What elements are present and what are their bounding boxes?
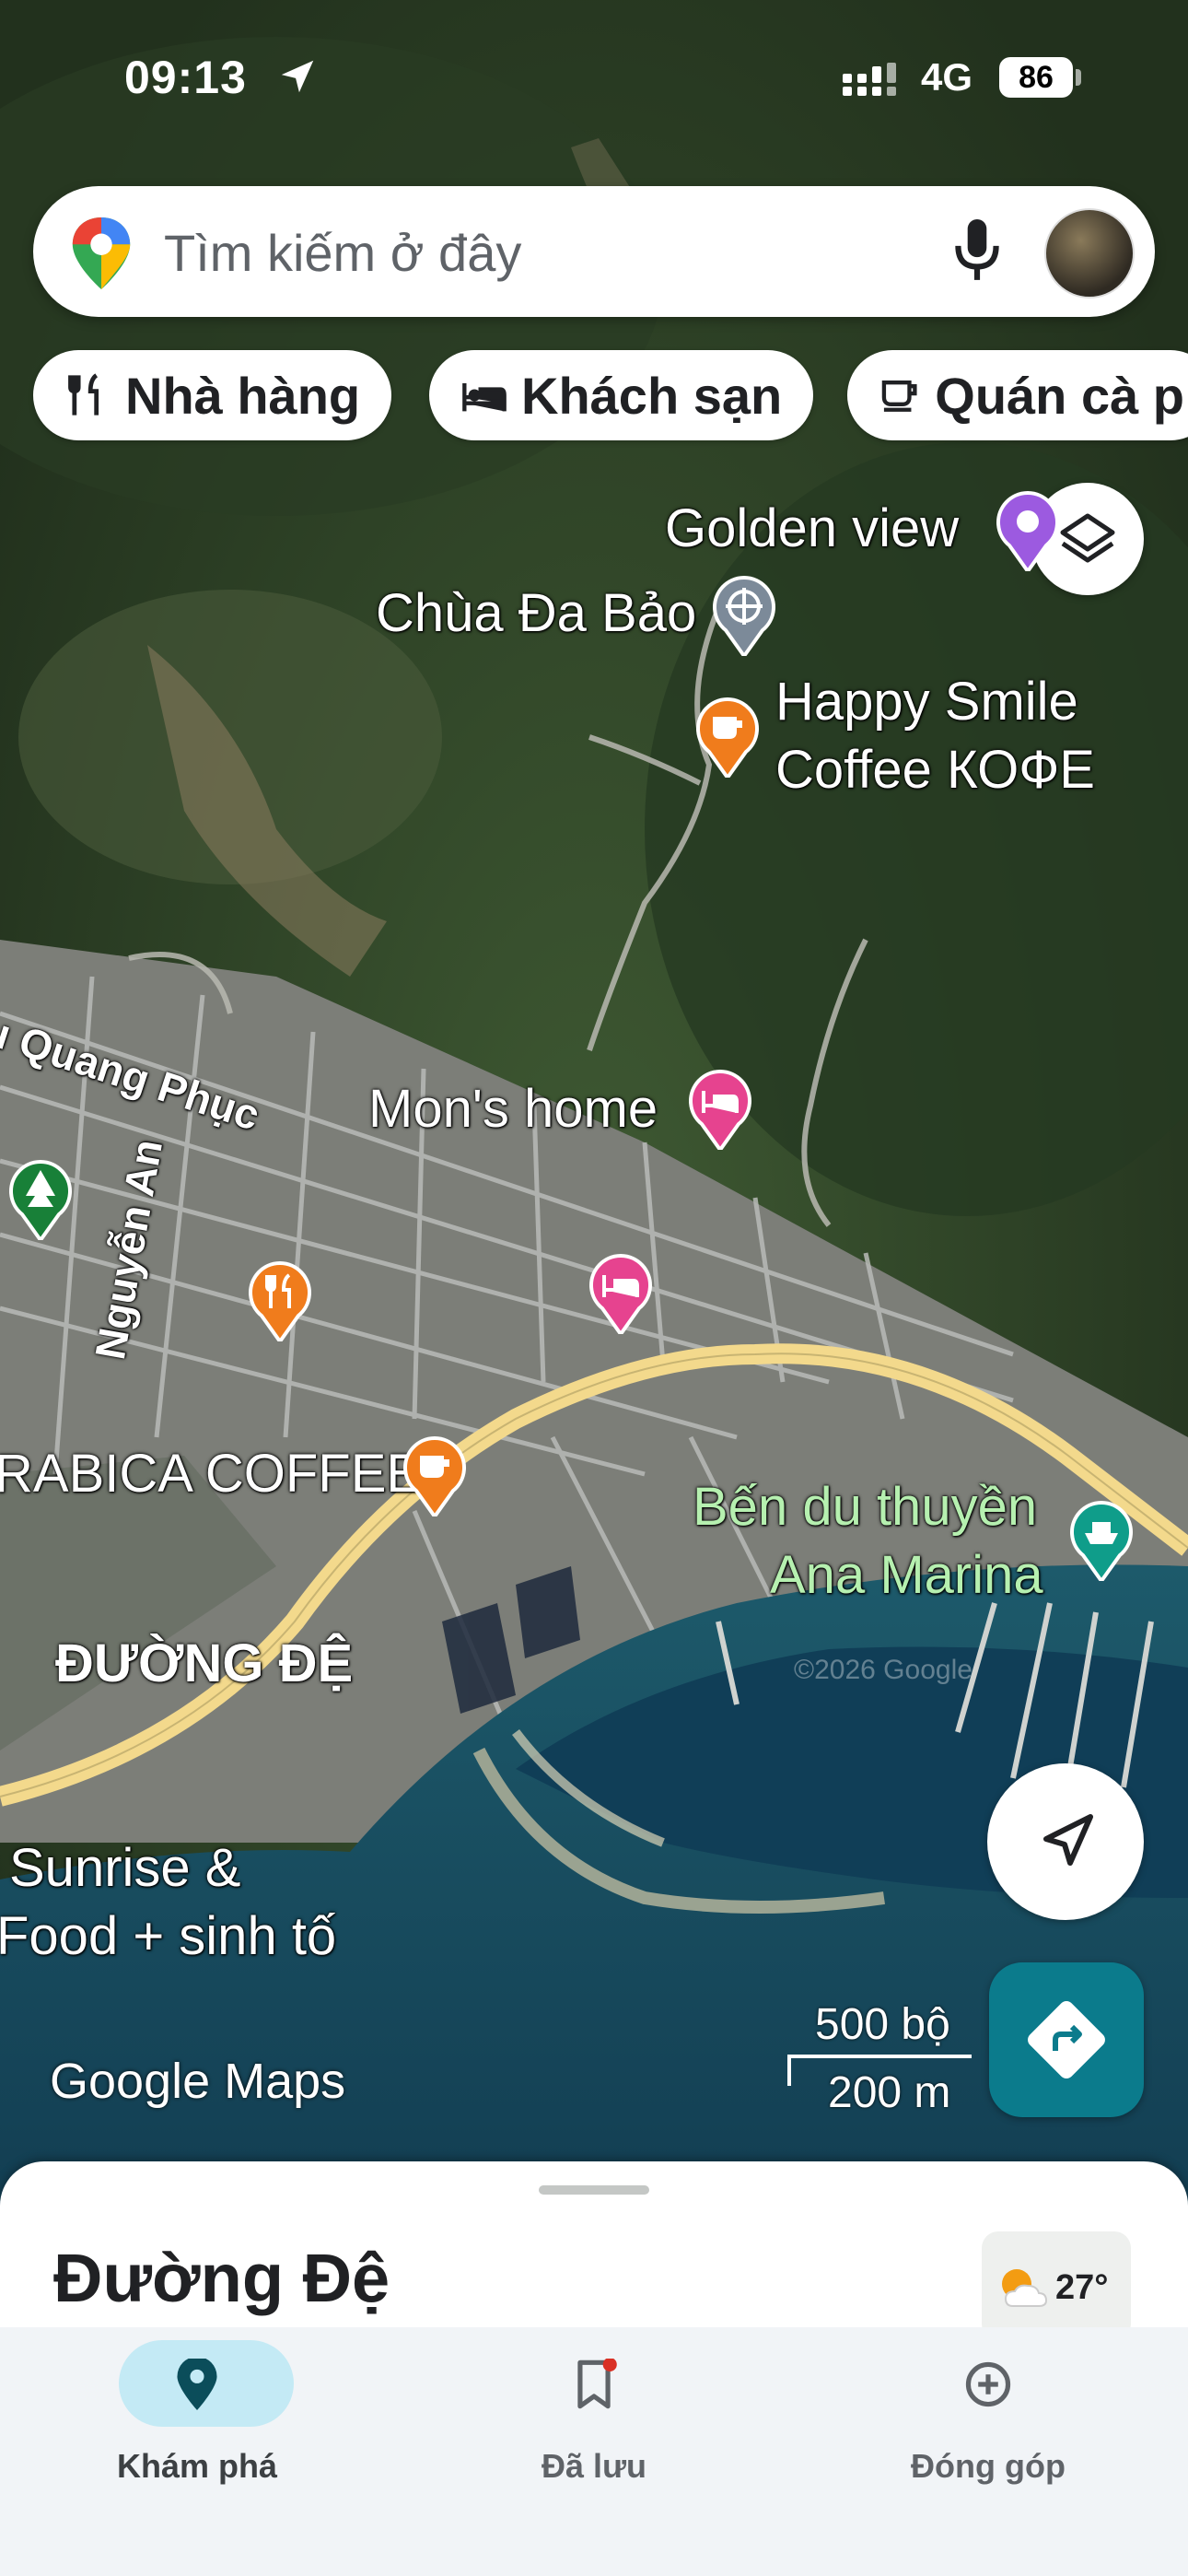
chip-restaurants[interactable]: Nhà hàng [33,350,392,440]
nav-tab-saved-label: Đã lưu [541,2447,647,2485]
place-title: Đường Đệ [53,2240,390,2316]
status-bar: 09:13 4G 86 [0,0,1188,157]
add-circle-icon [965,2361,1011,2407]
place-label-mons-home[interactable]: Mon's home [368,1078,658,1140]
park-marker-icon[interactable] [7,1159,74,1240]
place-label-sunrise-line1[interactable]: Sunrise & [9,1837,240,1899]
bottom-navigation: Khám phá Đã lưu Đóng góp [0,2327,1188,2576]
scale-imperial: 500 bộ [815,2000,950,2049]
temple-marker-icon[interactable] [711,575,777,656]
hotel-marker-icon[interactable] [687,1069,753,1150]
chip-coffee[interactable]: Quán cà p [847,350,1188,440]
nav-tab-contribute-label: Đóng góp [911,2447,1066,2485]
place-label-marina-line2[interactable]: Ana Marina [770,1544,1043,1606]
battery-level: 86 [999,57,1073,98]
fork-knife-icon [68,373,99,416]
status-time: 09:13 [124,52,247,103]
google-maps-pin-icon [72,217,131,289]
battery-icon [1076,69,1081,86]
place-label-sunrise-line2[interactable]: Food + sinh tố [0,1905,336,1967]
temperature: 27° [1055,2268,1109,2307]
place-label-chua-da-bao[interactable]: Chùa Đa Bảo [376,582,696,644]
place-label-arabica-coffee[interactable]: RABICA COFFEE [0,1443,422,1505]
network-type: 4G [921,55,973,99]
marina-marker-icon[interactable] [1068,1500,1135,1581]
coffee-cup-icon [881,381,917,412]
cafe-marker-icon[interactable] [402,1435,468,1516]
place-label-golden-view[interactable]: Golden view [665,498,959,559]
directions-button[interactable] [989,1962,1144,2117]
explore-pin-icon [177,2359,217,2410]
microphone-icon[interactable] [954,219,1000,284]
sheet-drag-handle[interactable] [539,2185,649,2195]
scale-metric: 200 m [828,2068,951,2117]
map-watermark: ©2026 Google [794,1655,973,1685]
bookmark-icon [577,2359,617,2409]
area-label-duong-de: ĐƯỜNG ĐỆ [55,1633,354,1693]
weather-chip[interactable]: 27° [982,2231,1131,2340]
search-bar[interactable]: Tìm kiếm ở đây [33,186,1155,317]
chip-hotels[interactable]: Khách sạn [429,350,814,440]
chip-hotels-label: Khách sạn [521,366,783,425]
search-input[interactable]: Tìm kiếm ở đây [164,223,521,283]
location-arrow-icon [281,60,314,93]
account-avatar[interactable] [1044,208,1135,299]
chip-restaurants-label: Nhà hàng [125,366,361,425]
nav-tab-explore-label: Khám phá [116,2447,278,2485]
hotel-marker-icon[interactable] [588,1253,654,1334]
photo-spot-marker-icon[interactable] [995,490,1061,571]
place-label-marina-line1[interactable]: Bến du thuyền [693,1476,1037,1538]
restaurant-marker-icon[interactable] [247,1260,313,1341]
signal-icon [843,63,896,96]
cafe-marker-icon[interactable] [694,697,761,778]
navigation-arrow-icon [1043,1814,1093,1866]
place-label-happy-smile-line2[interactable]: Coffee КОФЕ [775,739,1095,801]
bed-icon [462,383,507,412]
chip-coffee-label: Quán cà p [935,366,1184,425]
place-label-happy-smile-line1[interactable]: Happy Smile [775,671,1078,732]
partly-cloudy-icon [1002,2269,1048,2307]
google-maps-logo: Google Maps [50,2054,346,2109]
directions-icon [1028,2001,1105,2078]
my-location-button[interactable] [987,1763,1144,1920]
